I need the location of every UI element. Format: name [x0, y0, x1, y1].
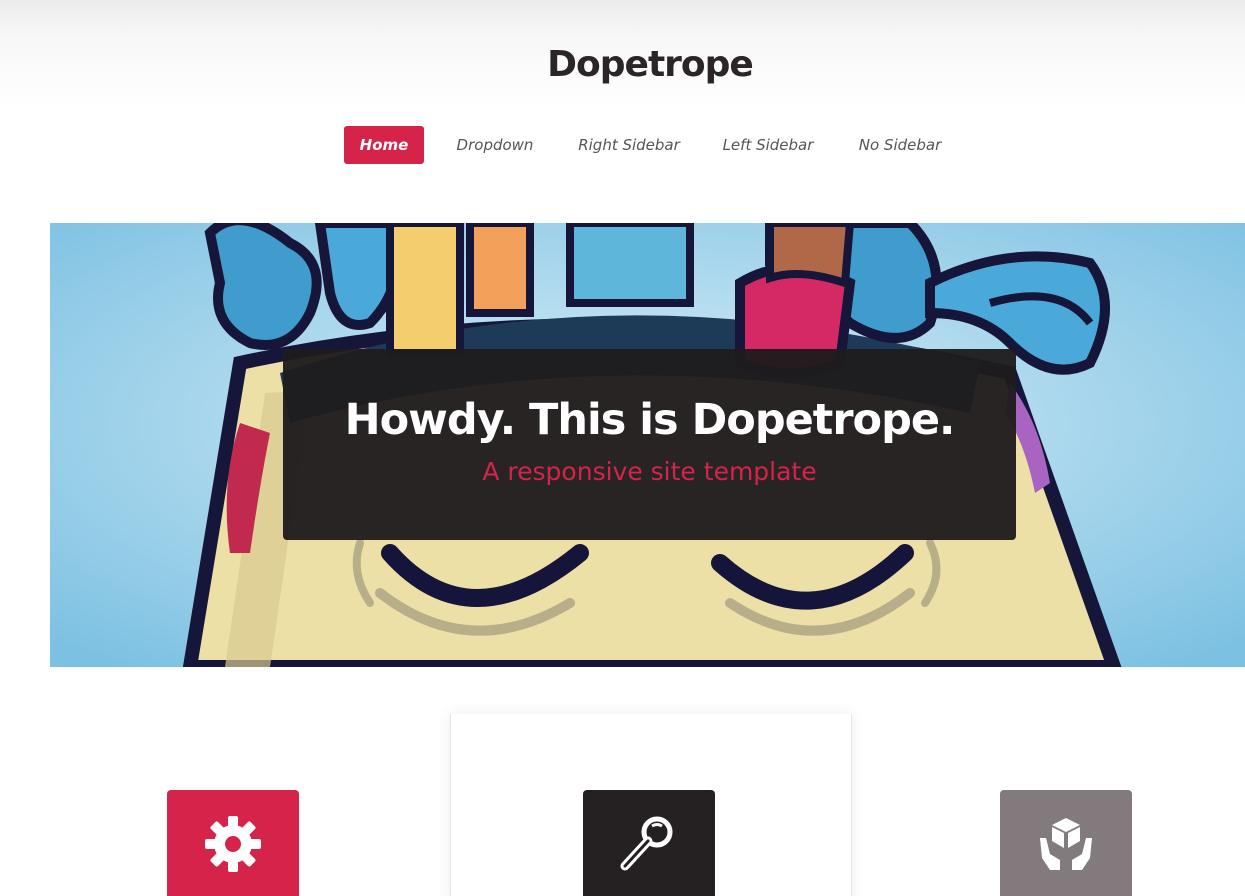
features-section [0, 700, 1245, 896]
nav-item-home[interactable]: Home [344, 126, 424, 164]
banner-caption: Howdy. This is Dopetrope. A responsive s… [283, 349, 1016, 540]
nav-item-right-sidebar[interactable]: Right Sidebar [568, 126, 690, 164]
header: Dopetrope Home Dropdown Right Sidebar Le… [0, 0, 1245, 200]
nav-item-no-sidebar[interactable]: No Sidebar [848, 126, 952, 164]
nav-item-dropdown[interactable]: Dropdown [450, 126, 540, 164]
feature-badge-magnifier [583, 790, 715, 896]
feature-badge-gear [167, 790, 299, 896]
banner-subheading: A responsive site template [482, 457, 817, 486]
feature-badge-package [1000, 790, 1132, 896]
main-nav: Home Dropdown Right Sidebar Left Sidebar… [0, 126, 1245, 164]
banner-heading: Howdy. This is Dopetrope. [344, 395, 956, 445]
site-title[interactable]: Dopetrope [0, 44, 1245, 85]
magnifier-icon [620, 816, 673, 871]
nav-item-left-sidebar[interactable]: Left Sidebar [714, 126, 822, 164]
hands-package-icon [1040, 818, 1092, 870]
hero-banner: Howdy. This is Dopetrope. A responsive s… [50, 223, 1245, 667]
gear-icon [205, 816, 261, 872]
page: Dopetrope Home Dropdown Right Sidebar Le… [0, 0, 1245, 896]
